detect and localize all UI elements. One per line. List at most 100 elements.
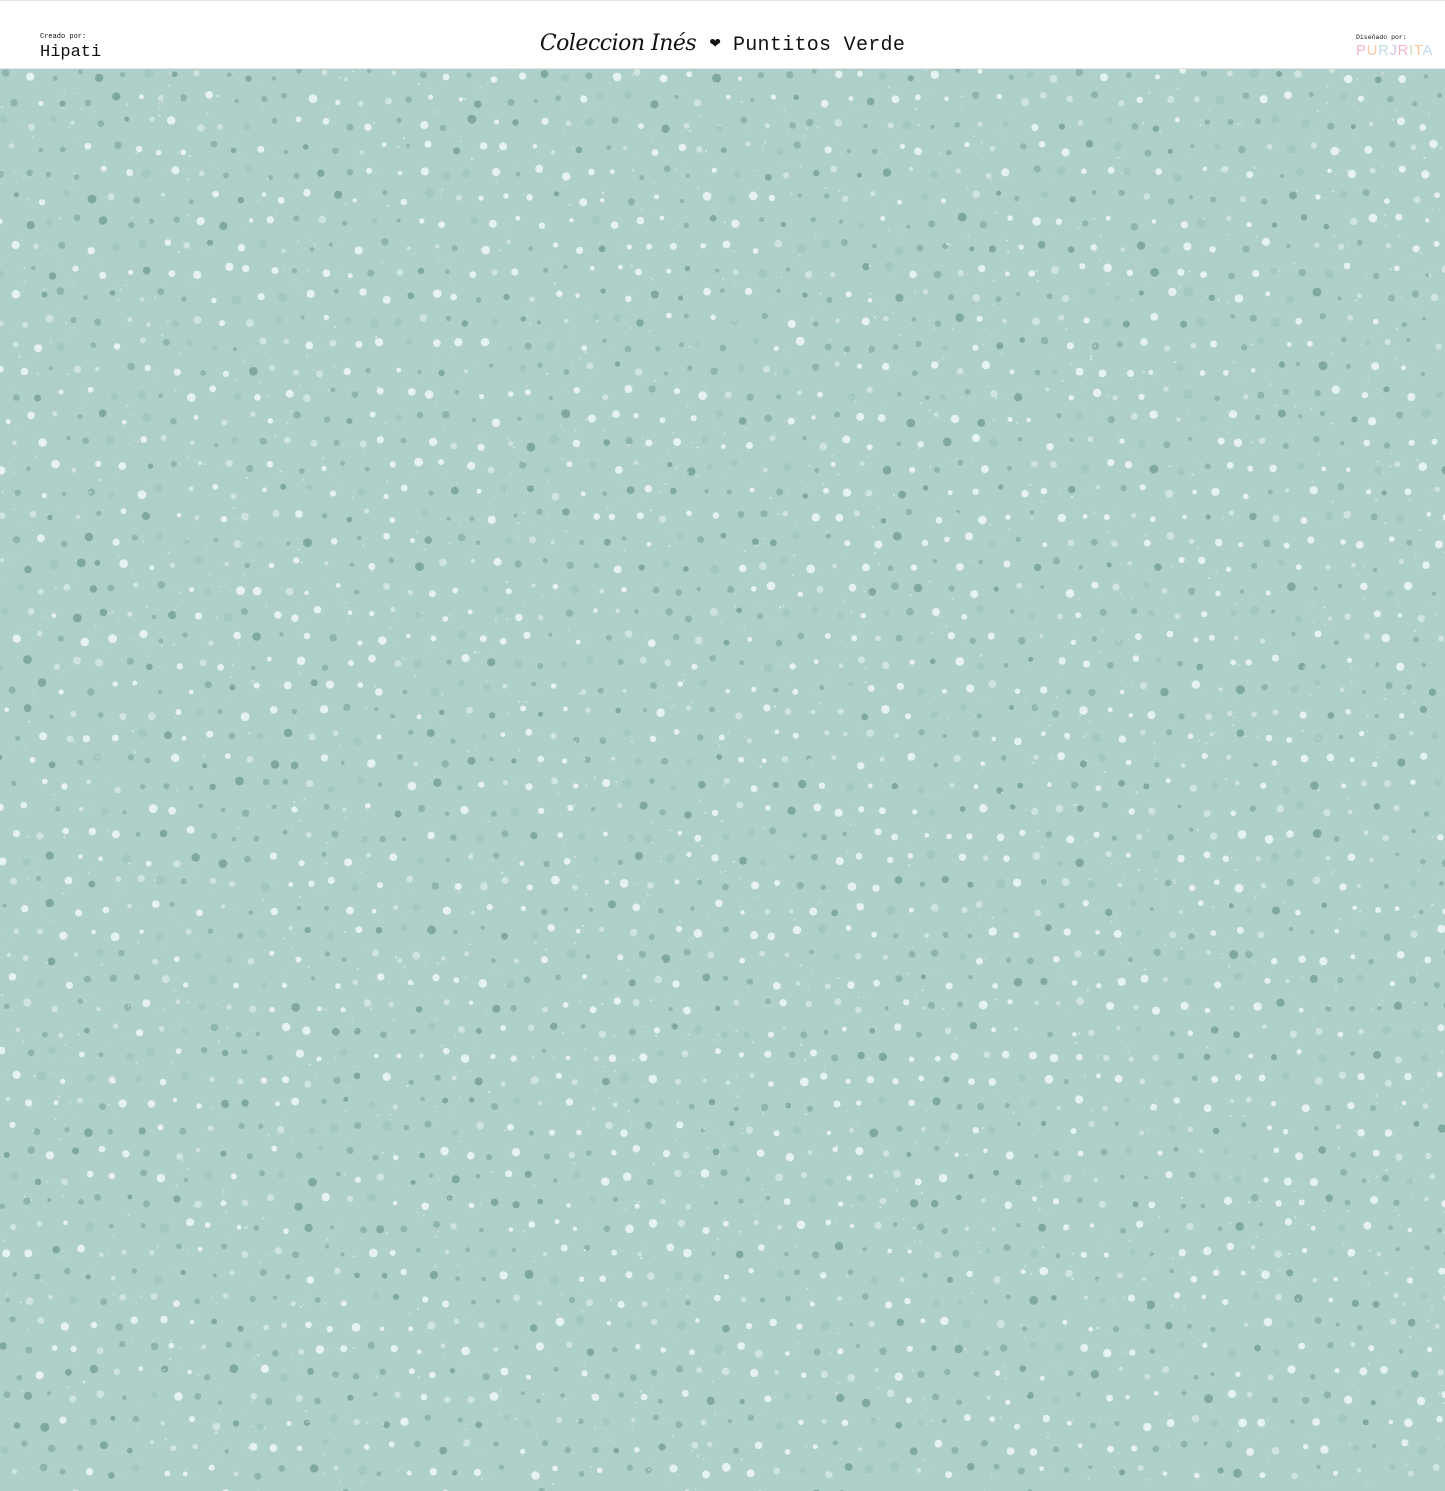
speckle — [247, 759, 250, 762]
speckle — [171, 1060, 174, 1062]
polka-dot — [1260, 782, 1267, 789]
polka-dot — [283, 149, 288, 155]
polka-dot — [1177, 804, 1182, 809]
polka-dot — [225, 459, 233, 467]
speckle — [948, 1139, 950, 1141]
polka-dot — [625, 1271, 633, 1279]
polka-dot — [572, 439, 581, 448]
polka-dot — [1162, 1471, 1168, 1476]
polka-dot — [758, 1244, 765, 1251]
polka-dot — [478, 979, 488, 988]
polka-dot — [73, 952, 78, 957]
polka-dot — [396, 367, 402, 373]
speckle — [373, 1144, 376, 1147]
polka-dot — [38, 438, 47, 447]
polka-dot — [735, 712, 743, 720]
speckle — [60, 1256, 62, 1258]
speckle — [239, 151, 241, 153]
speckle — [53, 966, 55, 969]
polka-dot — [65, 1368, 72, 1376]
speckle — [139, 741, 141, 743]
polka-dot — [831, 755, 837, 760]
polka-dot — [1426, 511, 1432, 517]
polka-dot — [678, 143, 687, 152]
polka-dot — [567, 804, 574, 812]
polka-dot — [855, 1146, 864, 1156]
polka-dot — [99, 1103, 106, 1110]
speckle — [230, 676, 233, 679]
polka-dot — [759, 950, 765, 957]
polka-dot — [205, 91, 214, 99]
speckle — [532, 1055, 535, 1059]
polka-dot — [763, 663, 773, 673]
speckle — [1228, 965, 1231, 968]
polka-dot — [781, 756, 789, 763]
polka-dot — [187, 1369, 192, 1375]
polka-dot — [246, 319, 254, 327]
speckle — [323, 706, 326, 709]
speckle — [1183, 753, 1185, 755]
speckle — [826, 530, 829, 533]
polka-dot — [959, 806, 966, 812]
polka-dot — [658, 515, 667, 523]
polka-dot — [1065, 589, 1075, 598]
polka-dot — [825, 1178, 834, 1186]
polka-dot — [523, 631, 531, 639]
polka-dot — [662, 560, 671, 569]
polka-dot — [1203, 1246, 1212, 1256]
polka-dot — [340, 460, 345, 466]
speckle — [1383, 464, 1384, 466]
polka-dot — [984, 1247, 991, 1254]
speckle — [131, 570, 134, 573]
polka-dot — [1169, 1031, 1176, 1037]
polka-dot — [290, 761, 299, 770]
speckle — [1286, 647, 1289, 650]
polka-dot — [838, 663, 844, 668]
polka-dot — [11, 1468, 18, 1475]
polka-dot — [1018, 1074, 1026, 1082]
polka-dot — [352, 979, 358, 985]
speckle — [257, 199, 259, 202]
polka-dot — [686, 705, 692, 711]
polka-dot — [939, 394, 947, 401]
speckle — [1086, 989, 1089, 992]
speckle — [584, 351, 588, 354]
speckle — [317, 384, 319, 386]
speckle — [108, 1104, 111, 1107]
polka-dot — [277, 1170, 285, 1179]
speckle — [1209, 1379, 1212, 1382]
polka-dot — [943, 1076, 950, 1083]
polka-dot — [453, 977, 460, 984]
speckle — [981, 1073, 984, 1075]
speckle — [649, 210, 651, 212]
speckle — [532, 1184, 536, 1187]
speckle — [565, 530, 567, 532]
polka-dot — [1403, 581, 1413, 591]
polka-dot — [750, 98, 755, 103]
polka-dot — [700, 1169, 710, 1178]
speckle — [464, 976, 467, 979]
polka-dot — [1327, 1342, 1334, 1349]
speckle — [89, 994, 92, 997]
speckle — [940, 406, 941, 407]
polka-dot — [722, 883, 729, 891]
polka-dot — [1385, 682, 1393, 690]
polka-dot — [84, 532, 94, 542]
speckle — [931, 830, 935, 834]
polka-dot — [48, 761, 56, 769]
polka-dot — [164, 1470, 171, 1477]
speckle — [487, 820, 490, 823]
polka-dot — [1014, 737, 1022, 746]
polka-dot — [1291, 1472, 1298, 1480]
speckle — [626, 969, 629, 972]
polka-dot — [330, 538, 338, 545]
polka-dot — [109, 974, 118, 982]
polka-dot — [490, 1198, 499, 1207]
speckle — [1093, 217, 1096, 220]
polka-dot — [315, 1345, 325, 1354]
polka-dot — [1044, 1074, 1054, 1084]
polka-dot — [683, 948, 691, 956]
speckle — [795, 932, 797, 935]
speckle — [571, 362, 573, 364]
polka-dot — [1395, 514, 1405, 523]
